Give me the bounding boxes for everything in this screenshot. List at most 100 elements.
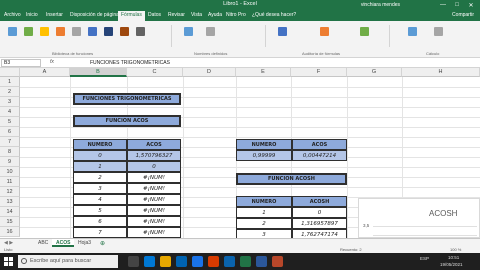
column-header-g[interactable]: G bbox=[347, 68, 402, 77]
add-sheet-button[interactable]: ⊕ bbox=[100, 240, 105, 247]
insert-function-button[interactable]: fx bbox=[50, 59, 54, 65]
date-time-icon[interactable] bbox=[104, 27, 113, 36]
acos-cell[interactable]: #¡NUM! bbox=[127, 183, 181, 194]
excel-taskbar-icon[interactable] bbox=[240, 256, 251, 267]
column-header-f[interactable]: F bbox=[291, 68, 347, 77]
tab-revisar[interactable]: Revisar bbox=[168, 12, 185, 18]
chart-title[interactable]: ACOSH bbox=[429, 209, 457, 218]
acosh-cell[interactable]: 1,762747174 bbox=[292, 229, 347, 238]
tab-insertar[interactable]: Insertar bbox=[46, 12, 63, 18]
acos-cell[interactable]: 2 bbox=[73, 172, 127, 183]
name-box[interactable]: B3 bbox=[1, 59, 41, 67]
tab-disposicion[interactable]: Disposición de página bbox=[70, 12, 119, 18]
chrome-icon[interactable] bbox=[192, 256, 203, 267]
user-name[interactable]: vinchiara mendes bbox=[361, 2, 400, 8]
title-trig-functions[interactable]: FUNCIONES TRIGONOMETRICAS bbox=[73, 93, 181, 105]
sheet-tab-abc[interactable]: ABC bbox=[34, 239, 52, 247]
acos-cell[interactable]: #¡NUM! bbox=[127, 227, 181, 238]
acos-cell[interactable]: 4 bbox=[73, 194, 127, 205]
name-manager-icon[interactable] bbox=[184, 27, 193, 36]
maximize-button[interactable]: □ bbox=[450, 0, 464, 10]
share-button[interactable]: Compartir bbox=[452, 12, 474, 18]
row-header[interactable]: 1 bbox=[0, 77, 20, 87]
acos-cell[interactable]: 1 bbox=[73, 161, 127, 172]
zoom-level[interactable]: 100 % bbox=[450, 247, 461, 252]
acos-cell[interactable]: #¡NUM! bbox=[127, 172, 181, 183]
tab-inicio[interactable]: Inicio bbox=[26, 12, 38, 18]
acos-header-acos[interactable]: ACOS bbox=[127, 139, 181, 150]
edge-icon[interactable] bbox=[144, 256, 155, 267]
trace-precedents-icon[interactable] bbox=[278, 27, 287, 36]
row-header[interactable]: 8 bbox=[0, 147, 20, 157]
acos-cell[interactable]: 3 bbox=[73, 183, 127, 194]
clock-time[interactable]: 10:51 bbox=[448, 255, 459, 260]
lookup-icon[interactable] bbox=[120, 27, 129, 36]
tab-archivo[interactable]: Archivo bbox=[4, 12, 21, 18]
row-header[interactable]: 12 bbox=[0, 187, 20, 197]
row-header[interactable]: 9 bbox=[0, 157, 20, 167]
acosh-cell[interactable]: 2 bbox=[236, 218, 292, 229]
acosh-chart[interactable]: ACOSH 3,5 bbox=[358, 198, 480, 238]
calculate-now-icon[interactable] bbox=[434, 27, 443, 36]
acos-small-header-numero[interactable]: NUMERO bbox=[236, 139, 292, 150]
acos-cell[interactable]: 6 bbox=[73, 216, 127, 227]
acos-cell[interactable]: #¡NUM! bbox=[127, 216, 181, 227]
app-icon[interactable] bbox=[208, 256, 219, 267]
acosh-header-acosh[interactable]: ACOSH bbox=[292, 196, 347, 207]
row-header[interactable]: 2 bbox=[0, 87, 20, 97]
acos-cell[interactable]: 7 bbox=[73, 227, 127, 238]
financial-icon[interactable] bbox=[56, 27, 65, 36]
tab-ayuda[interactable]: Ayuda bbox=[208, 12, 222, 18]
row-header[interactable]: 6 bbox=[0, 127, 20, 137]
logical-icon[interactable] bbox=[72, 27, 81, 36]
insert-function-icon[interactable] bbox=[8, 27, 17, 36]
acosh-cell[interactable]: 1,316957897 bbox=[292, 218, 347, 229]
acos-small-cell[interactable]: 0,99999 bbox=[236, 150, 292, 161]
taskbar-search[interactable]: Escribe aquí para buscar bbox=[18, 255, 118, 268]
text-icon[interactable] bbox=[88, 27, 97, 36]
acos-cell[interactable]: 0 bbox=[73, 150, 127, 161]
formula-input[interactable]: FUNCIONES TRIGONOMETRICAS bbox=[90, 60, 170, 66]
row-header[interactable]: 4 bbox=[0, 107, 20, 117]
task-view-icon[interactable] bbox=[128, 256, 139, 267]
column-header-d[interactable]: D bbox=[183, 68, 236, 77]
windows-start-icon[interactable] bbox=[4, 257, 13, 266]
acos-cell[interactable]: #¡NUM! bbox=[127, 194, 181, 205]
tab-vista[interactable]: Vista bbox=[191, 12, 202, 18]
row-header[interactable]: 11 bbox=[0, 177, 20, 187]
word-taskbar-icon[interactable] bbox=[256, 256, 267, 267]
row-header[interactable]: 3 bbox=[0, 97, 20, 107]
acosh-header-numero[interactable]: NUMERO bbox=[236, 196, 292, 207]
tab-datos[interactable]: Datos bbox=[148, 12, 161, 18]
column-header-c[interactable]: C bbox=[127, 68, 183, 77]
autosum-icon[interactable] bbox=[24, 27, 33, 36]
title-acos-function[interactable]: FUNCION ACOS bbox=[73, 115, 181, 127]
language-indicator[interactable]: ESP bbox=[420, 256, 429, 261]
title-acosh-function[interactable]: FUNCION ACOSH bbox=[236, 173, 347, 185]
acos-header-numero[interactable]: NUMERO bbox=[73, 139, 127, 150]
acos-small-cell[interactable]: 0,00447214 bbox=[292, 150, 347, 161]
close-button[interactable]: ✕ bbox=[464, 0, 478, 10]
select-all-corner[interactable] bbox=[0, 68, 20, 77]
row-header[interactable]: 5 bbox=[0, 117, 20, 127]
column-header-a[interactable]: A bbox=[20, 68, 70, 77]
acos-cell[interactable]: #¡NUM! bbox=[127, 205, 181, 216]
row-header[interactable]: 16 bbox=[0, 227, 20, 237]
recent-icon[interactable] bbox=[40, 27, 49, 36]
row-header[interactable]: 7 bbox=[0, 137, 20, 147]
acos-cell[interactable]: 0 bbox=[127, 161, 181, 172]
define-name-icon[interactable] bbox=[206, 27, 215, 36]
clock-date[interactable]: 19/05/2021 bbox=[440, 262, 463, 267]
sheet-tab-acos[interactable]: ACOS bbox=[52, 239, 75, 247]
tell-me-search[interactable]: ¿Qué desea hacer? bbox=[252, 12, 296, 18]
row-header[interactable]: 14 bbox=[0, 207, 20, 217]
file-explorer-icon[interactable] bbox=[160, 256, 171, 267]
column-header-e[interactable]: E bbox=[236, 68, 291, 77]
row-header[interactable]: 15 bbox=[0, 217, 20, 227]
minimize-button[interactable]: — bbox=[436, 0, 450, 10]
show-formulas-icon[interactable] bbox=[320, 27, 329, 36]
watch-window-icon[interactable] bbox=[360, 27, 369, 36]
acos-cell[interactable]: 5 bbox=[73, 205, 127, 216]
column-header-h[interactable]: H bbox=[402, 68, 480, 77]
acosh-cell[interactable]: 0 bbox=[292, 207, 347, 218]
